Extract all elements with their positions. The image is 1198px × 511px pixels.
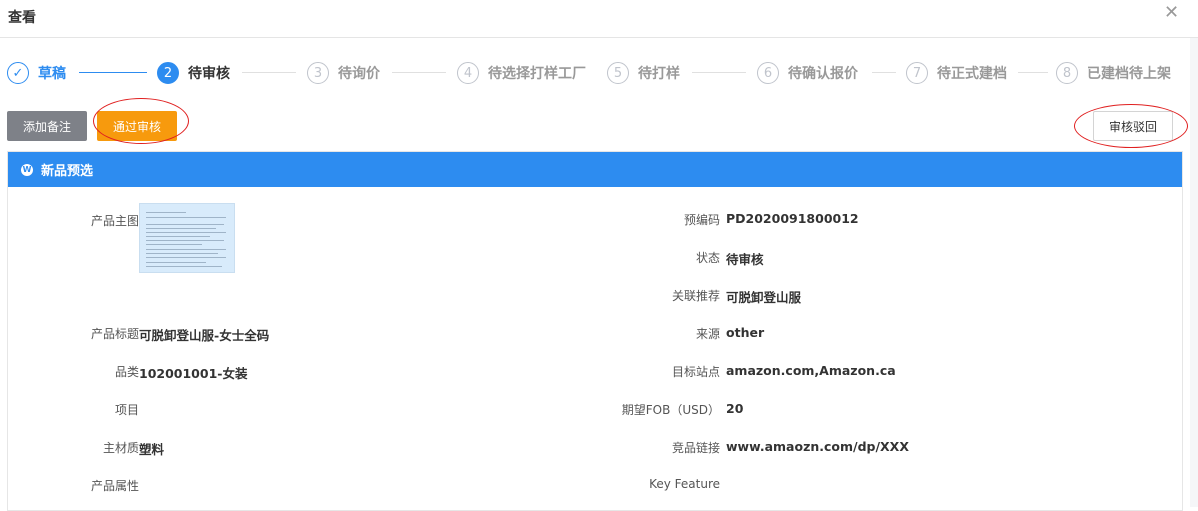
close-icon[interactable]: ✕ xyxy=(1164,4,1179,22)
step-select-factory: 4 待选择打样工厂 xyxy=(457,61,586,85)
step-number: 3 xyxy=(307,62,329,84)
panel-title: 新品预选 xyxy=(41,164,94,179)
source-label: 来源 xyxy=(695,327,720,341)
step-connector xyxy=(242,72,296,73)
competitor-link-label: 竞品链接 xyxy=(671,441,720,455)
step-label: 已建档待上架 xyxy=(1087,66,1171,82)
status-label: 状态 xyxy=(695,251,720,265)
status-value: 待审核 xyxy=(726,252,764,267)
target-site-label: 目标站点 xyxy=(671,365,720,379)
key-feature-label: Key Feature xyxy=(649,477,720,491)
step-number: 6 xyxy=(757,62,779,84)
reject-button[interactable]: 审核驳回 xyxy=(1093,111,1173,141)
category-value: 102001001-女装 xyxy=(139,366,248,381)
step-draft: ✓ 草稿 xyxy=(7,61,66,85)
step-connector xyxy=(872,72,896,73)
project-label: 项目 xyxy=(114,403,139,417)
step-number: 5 xyxy=(607,62,629,84)
step-filed-pending-listing: 8 已建档待上架 xyxy=(1056,61,1171,85)
step-label: 待询价 xyxy=(338,66,380,82)
dialog-title: 查看 xyxy=(8,10,36,26)
step-number: 8 xyxy=(1056,62,1078,84)
source-value: other xyxy=(726,325,765,340)
step-label: 草稿 xyxy=(38,66,66,82)
step-pending-review: 2 待审核 xyxy=(157,61,230,85)
step-number: 4 xyxy=(457,62,479,84)
step-label: 待正式建档 xyxy=(937,66,1007,82)
step-connector xyxy=(79,72,147,73)
target-site-value: amazon.com,Amazon.ca xyxy=(726,363,896,378)
step-number: 2 xyxy=(157,62,179,84)
product-title-value: 可脱卸登山服-女士全码 xyxy=(139,328,270,343)
related-label: 关联推荐 xyxy=(671,289,720,303)
step-pending-inquiry: 3 待询价 xyxy=(307,61,380,85)
step-connector xyxy=(692,72,746,73)
step-number: 7 xyxy=(906,62,928,84)
related-value: 可脱卸登山服 xyxy=(726,290,802,305)
step-connector xyxy=(392,72,446,73)
dialog-header: 查看 ✕ xyxy=(0,0,1198,38)
step-pending-sample: 5 待打样 xyxy=(607,61,680,85)
step-formal-filing: 7 待正式建档 xyxy=(906,61,1007,85)
competitor-link-value[interactable]: www.amaozn.com/dp/XXX xyxy=(726,439,909,454)
fob-label: 期望FOB（USD） xyxy=(621,403,720,417)
step-label: 待确认报价 xyxy=(788,66,858,82)
fob-value: 20 xyxy=(726,401,744,416)
wordpress-icon: W xyxy=(21,163,33,176)
material-value: 塑料 xyxy=(139,442,165,457)
step-label: 待选择打样工厂 xyxy=(488,66,586,82)
add-note-button[interactable]: 添加备注 xyxy=(7,111,87,141)
main-image-label: 产品主图 xyxy=(90,214,139,228)
step-label: 待打样 xyxy=(638,66,680,82)
product-title-label: 产品标题 xyxy=(90,327,139,341)
new-product-panel: W 新品预选 产品主图 产品标题 可脱卸登山服-女士全码 品类 10200100… xyxy=(7,151,1183,511)
material-label: 主材质 xyxy=(102,441,139,455)
step-label: 待审核 xyxy=(188,66,230,82)
precode-label: 预编码 xyxy=(683,213,720,227)
category-label: 品类 xyxy=(114,365,139,379)
step-confirm-quote: 6 待确认报价 xyxy=(757,61,858,85)
panel-header: W 新品预选 xyxy=(8,152,1182,187)
step-connector xyxy=(1018,72,1048,73)
scroll-gutter xyxy=(1190,38,1198,507)
attributes-label: 产品属性 xyxy=(90,479,139,493)
approve-button[interactable]: 通过审核 xyxy=(97,111,177,141)
check-icon: ✓ xyxy=(7,62,29,84)
precode-value: PD2020091800012 xyxy=(726,211,859,226)
product-main-image[interactable] xyxy=(139,203,235,273)
